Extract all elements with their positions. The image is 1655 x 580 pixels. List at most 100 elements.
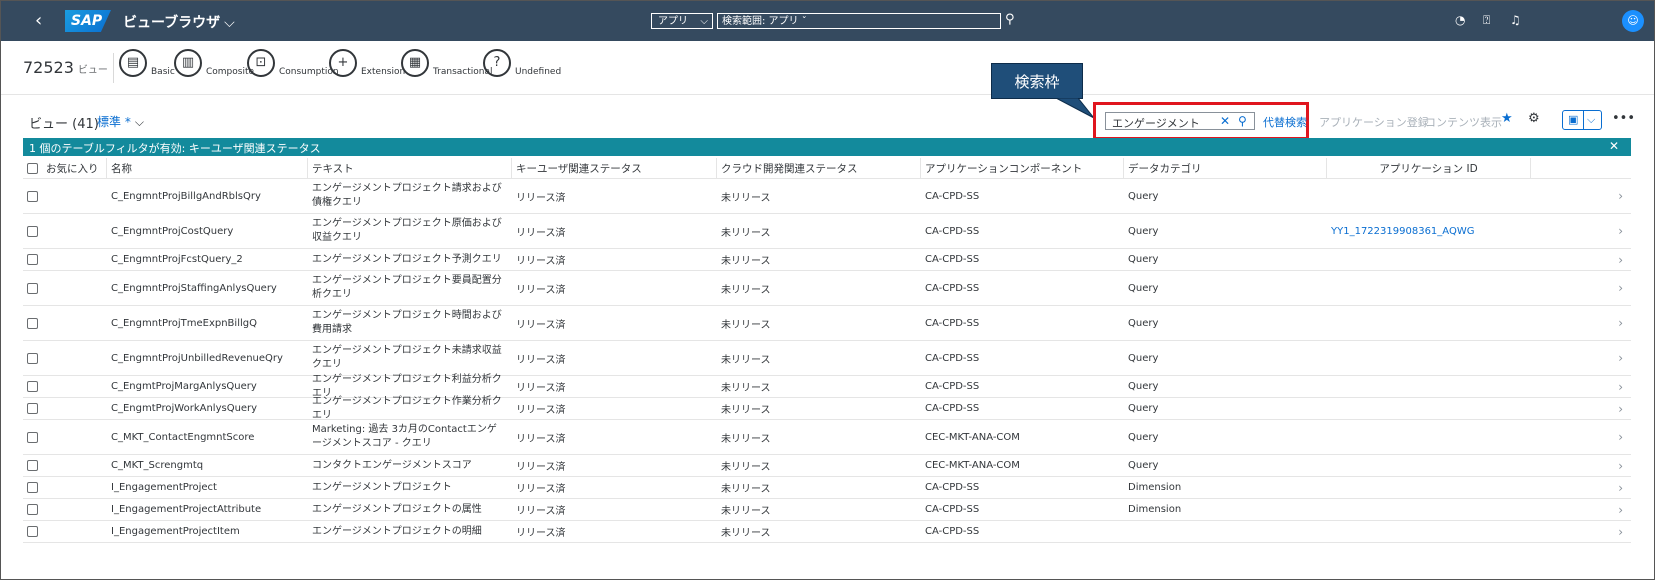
- table-row[interactable]: I_EngagementProjectAttribute エンゲージメントプロジェ…: [23, 499, 1631, 521]
- alternative-search-button[interactable]: 代替検索: [1263, 114, 1307, 130]
- select-all-checkbox[interactable]: [27, 162, 38, 174]
- column-header-cloud-status[interactable]: クラウド開発関連ステータス: [717, 158, 921, 178]
- chevron-right-icon[interactable]: ›: [1531, 271, 1631, 305]
- chevron-right-icon[interactable]: ›: [1531, 455, 1631, 476]
- search-icon[interactable]: ⚲: [1238, 114, 1247, 128]
- cell-value: エンゲージメントプロジェクト作業分析クエリ: [312, 395, 502, 421]
- star-icon[interactable]: ★: [1501, 111, 1513, 126]
- column-header-name[interactable]: 名称: [107, 158, 308, 178]
- chevron-right-icon[interactable]: ›: [1531, 398, 1631, 419]
- app-title-menu[interactable]: ビューブラウザ ⌵: [123, 12, 235, 32]
- cell-value: エンゲージメントプロジェクト要員配置分析クエリ: [312, 275, 502, 300]
- chevron-right-icon[interactable]: ›: [1531, 376, 1631, 397]
- sap-logo[interactable]: SAP: [65, 10, 111, 32]
- row-select-cell: [23, 420, 107, 454]
- cell-value: リリース済: [516, 405, 566, 416]
- chevron-right-icon[interactable]: ›: [1531, 477, 1631, 498]
- chevron-right-icon[interactable]: ›: [1531, 341, 1631, 375]
- help-circle-icon[interactable]: ◔: [1455, 13, 1465, 27]
- more-icon[interactable]: •••: [1612, 111, 1635, 126]
- cell-value: リリース済: [516, 192, 566, 204]
- cell-value: エンゲージメントプロジェクト予測クエリ: [312, 253, 502, 265]
- chevron-right-icon[interactable]: ›: [1531, 499, 1631, 520]
- chevron-right-icon[interactable]: ›: [1531, 420, 1631, 454]
- cell-cloud-status: 未リリース: [717, 455, 921, 476]
- row-checkbox[interactable]: [27, 225, 38, 237]
- cell-value: リリース済: [516, 484, 566, 495]
- cell-text: エンゲージメントプロジェクト原価および収益クエリ: [308, 214, 512, 248]
- table-row[interactable]: C_MKT_ContactEngmntScore Marketing: 過去 3カ…: [23, 420, 1631, 455]
- cell-value: リリース済: [516, 433, 566, 445]
- register-app-button[interactable]: アプリケーション登録: [1319, 114, 1429, 130]
- table-row[interactable]: C_EngmtProjMargAnlysQuery エンゲージメントプロジェクト利…: [23, 374, 1631, 399]
- row-checkbox[interactable]: [27, 282, 38, 294]
- chevron-right-icon[interactable]: ›: [1531, 306, 1631, 340]
- cell-app-component: CA-CPD-SS: [921, 271, 1124, 305]
- bell-icon[interactable]: ♫: [1510, 13, 1521, 27]
- avatar[interactable]: ☺: [1622, 10, 1644, 32]
- table-row[interactable]: C_EngmntProjFcstQuery_2 エンゲージメントプロジェクト予測ク…: [23, 249, 1631, 271]
- cell-value: Dimension: [1128, 504, 1182, 515]
- show-content-button[interactable]: コンテンツ表示: [1425, 114, 1502, 130]
- table-row[interactable]: C_MKT_Screngmtq コンタクトエンゲージメントスコア リリース済 未リリー…: [23, 455, 1631, 477]
- row-checkbox[interactable]: [27, 431, 38, 443]
- search-scope-select[interactable]: アプリ ⌵: [651, 13, 713, 29]
- chevron-right-icon[interactable]: ›: [1531, 249, 1631, 270]
- cell-value: C_EngmntProjFcstQuery_2: [111, 254, 243, 265]
- question-icon[interactable]: ⍰: [1483, 13, 1490, 28]
- cell-key-user-status: リリース済: [512, 455, 717, 476]
- chevron-right-icon[interactable]: ›: [1531, 179, 1631, 213]
- app-id-link[interactable]: YY1_1722319908361_AQWG: [1331, 226, 1474, 237]
- column-header-data-category[interactable]: データカテゴリ: [1124, 158, 1327, 178]
- column-header-app-component[interactable]: アプリケーションコンポーネント: [921, 158, 1124, 178]
- cell-text: エンゲージメントプロジェクト請求および債権クエリ: [308, 179, 512, 213]
- row-checkbox[interactable]: [27, 504, 38, 515]
- search-icon[interactable]: ⚲: [1005, 12, 1015, 27]
- table-row[interactable]: C_EngmntProjBillgAndRblsQry エンゲージメントプロジェク…: [23, 179, 1631, 214]
- table-search-input[interactable]: エンゲージメント ✕ ⚲: [1105, 112, 1255, 130]
- table-row[interactable]: I_EngagementProjectItem エンゲージメントプロジェクトの明細…: [23, 521, 1631, 543]
- clipboard-icon: ▦: [401, 49, 429, 77]
- row-checkbox[interactable]: [27, 190, 38, 202]
- row-checkbox[interactable]: [27, 352, 38, 364]
- variant-selector[interactable]: 標準 * ⌵: [97, 113, 144, 130]
- column-header-key-user-status[interactable]: キーユーザ関連ステータス: [512, 158, 717, 178]
- chevron-right-icon[interactable]: ›: [1531, 214, 1631, 248]
- row-checkbox[interactable]: [27, 526, 38, 537]
- row-checkbox[interactable]: [27, 460, 38, 471]
- cell-text: エンゲージメントプロジェクト未請求収益クエリ: [308, 341, 512, 375]
- cell-data-category: Query: [1124, 420, 1327, 454]
- cell-app-component: CA-CPD-SS: [921, 398, 1124, 419]
- shell-search-input[interactable]: 検索範囲: アプリ ˇ: [717, 13, 1001, 29]
- row-checkbox[interactable]: [27, 381, 38, 392]
- question-icon: ?: [483, 49, 511, 77]
- column-header-text[interactable]: テキスト: [308, 158, 512, 178]
- gear-icon[interactable]: ⚙: [1528, 111, 1540, 126]
- close-icon[interactable]: ✕: [1609, 139, 1619, 153]
- back-icon[interactable]: ‹: [35, 10, 42, 31]
- row-checkbox[interactable]: [27, 317, 38, 329]
- column-header-app-id[interactable]: アプリケーション ID: [1327, 158, 1531, 178]
- export-icon: ▣: [1568, 113, 1579, 126]
- row-checkbox[interactable]: [27, 482, 38, 493]
- cell-value: CA-CPD-SS: [925, 190, 980, 202]
- cell-value: リリース済: [516, 383, 566, 394]
- table-row[interactable]: C_EngmntProjStaffingAnlysQuery エンゲージメントプロ…: [23, 271, 1631, 306]
- row-checkbox[interactable]: [27, 403, 38, 414]
- cell-app-id: [1327, 398, 1531, 419]
- clear-icon[interactable]: ✕: [1220, 114, 1230, 128]
- row-select-cell: [23, 214, 107, 248]
- table-row[interactable]: C_EngmntProjCostQuery エンゲージメントプロジェクト原価および…: [23, 214, 1631, 249]
- export-button[interactable]: ▣ ⌵: [1562, 110, 1602, 130]
- table-row[interactable]: I_EngagementProject エンゲージメントプロジェクト リリース済 未リ…: [23, 477, 1631, 499]
- column-header-favorite[interactable]: お気に入り: [23, 158, 107, 178]
- cell-app-component: CA-CPD-SS: [921, 249, 1124, 270]
- table-row[interactable]: C_EngmntProjTmeExpnBillgQ エンゲージメントプロジェクト時…: [23, 306, 1631, 341]
- chevron-down-icon: ⌵: [1587, 113, 1596, 126]
- cell-value: Query: [1128, 352, 1159, 364]
- table-row[interactable]: C_EngmntProjUnbilledRevenueQry エンゲージメントプロ…: [23, 341, 1631, 376]
- row-checkbox[interactable]: [27, 254, 38, 265]
- chevron-right-icon[interactable]: ›: [1531, 521, 1631, 542]
- table-row[interactable]: C_EngmtProjWorkAnlysQuery エンゲージメントプロジェクト作…: [23, 395, 1631, 421]
- cell-app-component: CEC-MKT-ANA-COM: [921, 420, 1124, 454]
